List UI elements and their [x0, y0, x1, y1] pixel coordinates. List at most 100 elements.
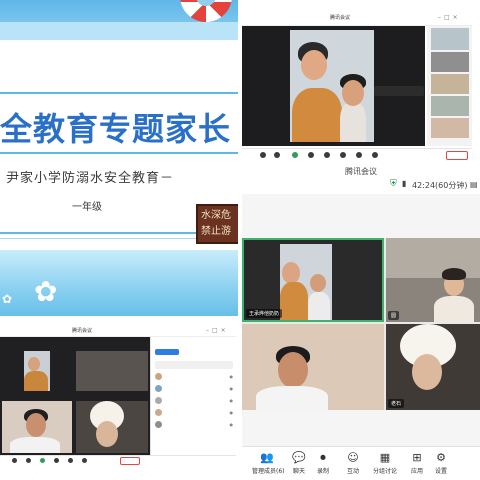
flower-icon: ✿ — [34, 275, 58, 308]
participants-label: 管理成员(6) — [252, 468, 285, 475]
chat-icon — [68, 458, 73, 463]
meeting-window-bottom-right: 腾讯会议 ⛨ ▮ 42:24(60分钟) ▤ 王承烨他奶奶 圆 老石 👥 管理成… — [242, 164, 480, 480]
participants-panel: ● ● ● ● ● — [150, 337, 236, 465]
meeting-window-bottom-left: 腾讯会议 –□× ● ● ● ● ● — [0, 325, 236, 465]
list-item[interactable]: ● — [155, 397, 235, 406]
person-head — [26, 413, 46, 437]
meeting-toolbar — [0, 455, 236, 465]
video-tile-room[interactable] — [76, 351, 148, 391]
video-tile-girl[interactable]: 圆 — [386, 238, 480, 322]
person-body — [10, 437, 60, 453]
person-body — [280, 282, 308, 320]
interaction-icon: ☺ — [347, 451, 359, 464]
side-thumb-1[interactable] — [431, 28, 469, 50]
video-tile-bright[interactable] — [76, 401, 148, 453]
chat-button[interactable] — [68, 458, 73, 463]
apps-icon — [356, 152, 362, 158]
record-icon — [82, 458, 87, 463]
avatar — [155, 373, 162, 380]
slide-grade: 一年级 — [72, 202, 102, 213]
settings-button[interactable] — [372, 152, 378, 158]
list-item[interactable]: ● — [155, 373, 235, 382]
record-button[interactable] — [82, 458, 87, 463]
chat-button[interactable] — [324, 152, 330, 158]
signal-icon: ▮ — [402, 179, 407, 188]
settings-button[interactable]: ⚙ 设置 — [426, 451, 456, 475]
video-grid: 王承烨他奶奶 圆 老石 — [242, 238, 480, 410]
share-button[interactable] — [292, 152, 298, 158]
breakout-label: 分组讨论 — [372, 468, 397, 475]
breakout-button[interactable]: ▦ 分组讨论 — [370, 451, 400, 475]
child-head — [342, 80, 364, 106]
video-tile-boy[interactable] — [242, 324, 384, 410]
mic-icon: ● — [229, 410, 234, 415]
speaker-video — [280, 244, 332, 320]
participants-icon: 👥 — [260, 451, 274, 464]
slide-subtitle: 尹家小学防溺水安全教育－ — [6, 171, 175, 186]
breakout-icon: ▦ — [379, 451, 391, 464]
settings-label: 设置 — [434, 468, 447, 475]
person-head — [301, 50, 327, 80]
video-tile-grandmother[interactable] — [290, 30, 374, 142]
end-meeting-button[interactable] — [120, 457, 140, 465]
video-tile-bright[interactable]: 老石 — [386, 324, 480, 410]
avatar — [155, 409, 162, 416]
person-body — [292, 88, 342, 142]
mic-button[interactable] — [12, 458, 17, 463]
person-head — [96, 421, 118, 447]
list-item[interactable]: ● — [155, 409, 235, 418]
person-body — [256, 386, 328, 410]
window-title: 腾讯会议 — [330, 15, 351, 21]
panel-search[interactable] — [155, 361, 233, 369]
slide-rule-top — [0, 92, 238, 94]
education-slide: 全教育专题家长 尹家小学防溺水安全教育－ 一年级 水深危 禁止游 ✿ ✿ — [0, 0, 238, 316]
end-meeting-button[interactable] — [446, 151, 468, 160]
main-video-area — [0, 337, 150, 455]
side-thumb-4[interactable] — [431, 96, 469, 116]
slide-rule-mid — [0, 152, 238, 154]
slide-header-band-light — [0, 22, 238, 40]
main-video-area — [242, 26, 425, 146]
window-titlebar: 腾讯会议 –□× — [242, 12, 472, 26]
person-head — [28, 357, 40, 371]
share-button[interactable] — [40, 458, 45, 463]
video-tile-active-speaker[interactable]: 王承烨他奶奶 — [242, 238, 384, 322]
camera-button[interactable] — [26, 458, 31, 463]
participant-figure — [290, 30, 374, 142]
window-controls[interactable]: –□× — [206, 327, 229, 334]
list-item[interactable]: ● — [155, 385, 235, 394]
participants-button[interactable] — [54, 458, 59, 463]
record-button[interactable]: ⏺ 录制 — [308, 451, 338, 475]
child-body — [308, 292, 330, 320]
record-button[interactable] — [340, 152, 346, 158]
flower-small-icon: ✿ — [2, 292, 13, 306]
chat-icon — [324, 152, 330, 158]
window-controls[interactable]: –□× — [438, 14, 461, 21]
participant-name-tag: 老石 — [388, 399, 405, 408]
video-tile-boy[interactable] — [2, 401, 72, 453]
warning-sign-line2: 禁止游 — [201, 226, 231, 237]
settings-icon — [372, 152, 378, 158]
apps-button[interactable] — [356, 152, 362, 158]
participants-button[interactable]: 👥 管理成员(6) — [252, 451, 285, 475]
panel-tab-active[interactable] — [155, 349, 179, 355]
interaction-label: 互动 — [346, 468, 359, 475]
child-body — [340, 102, 366, 142]
mic-icon: ● — [229, 398, 234, 403]
person-body — [434, 296, 474, 322]
layout-icon[interactable]: ▤ — [470, 180, 478, 189]
meeting-timer: 42:24(60分钟) — [412, 181, 468, 190]
participants-button[interactable] — [308, 152, 314, 158]
list-item[interactable]: ● — [155, 421, 235, 430]
interaction-button[interactable]: ☺ 互动 — [338, 451, 368, 475]
child-head — [310, 274, 326, 292]
video-tile-grandmother[interactable] — [24, 351, 50, 391]
mic-button[interactable] — [260, 152, 266, 158]
side-thumb-2[interactable] — [431, 52, 469, 72]
side-thumb-5[interactable] — [431, 118, 469, 138]
settings-icon: ⚙ — [436, 451, 446, 464]
side-thumb-3[interactable] — [431, 74, 469, 94]
camera-button[interactable] — [274, 152, 280, 158]
record-icon: ⏺ — [320, 451, 326, 464]
shield-icon: ⛨ — [390, 179, 397, 189]
